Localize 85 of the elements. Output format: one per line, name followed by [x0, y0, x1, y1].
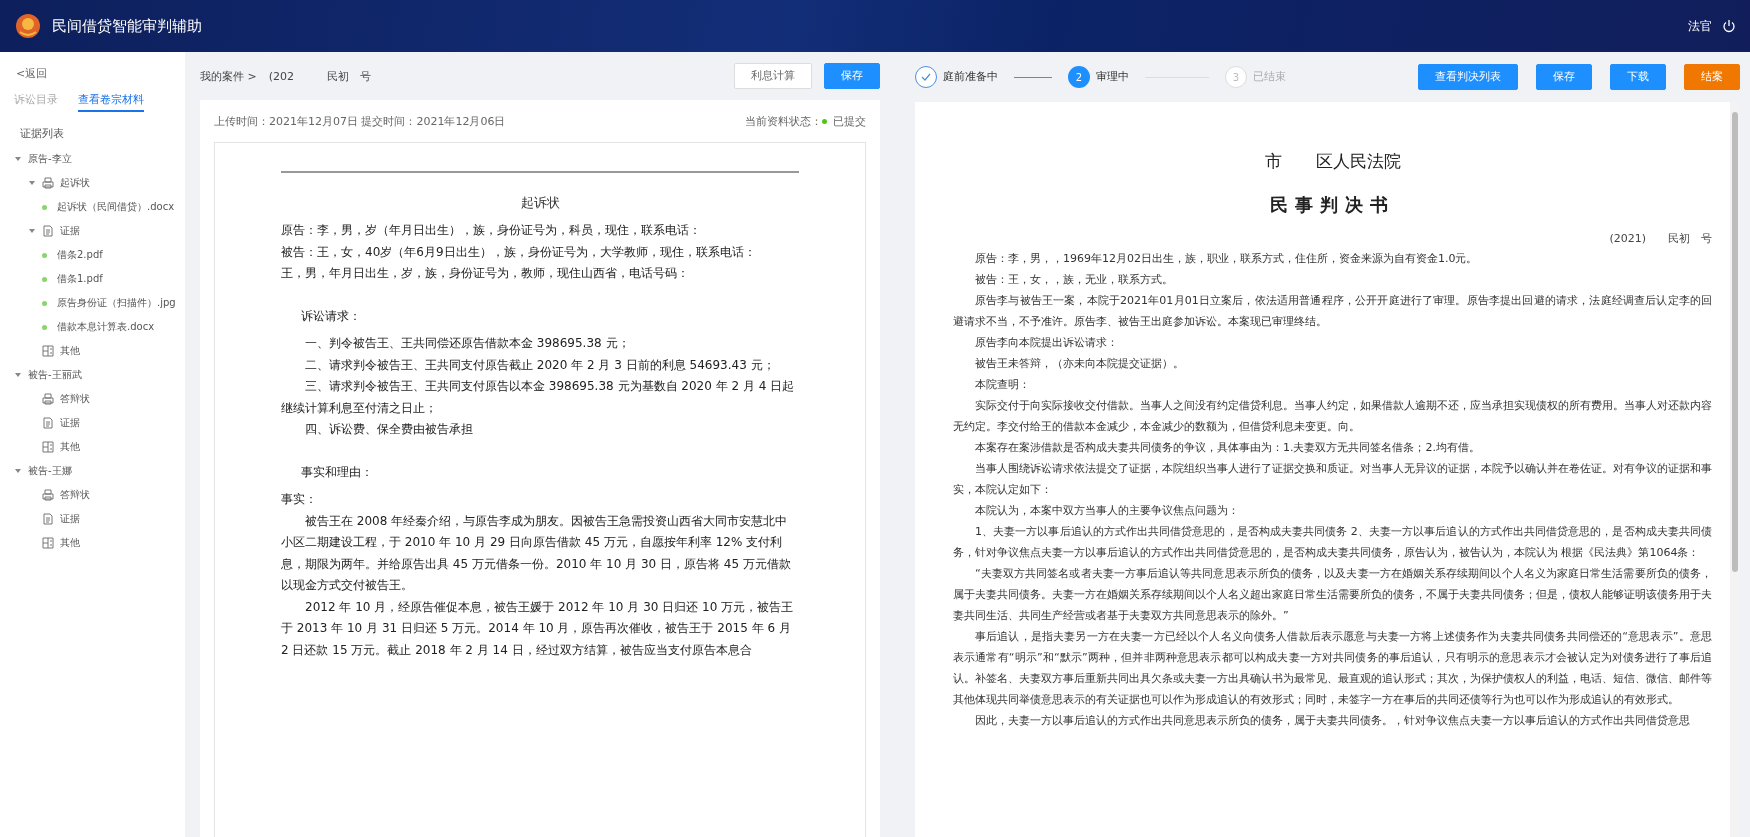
printer-icon: [42, 489, 54, 501]
tree-item[interactable]: 起诉状: [60, 176, 90, 190]
judgment-paragraph: 被告王未答辩，（亦未向本院提交证据）。: [974, 356, 1185, 372]
document-paragraph: 三、请求判令被告王、王共同支付原告以本金 398695.38 元为基数自 2020 年 2 月 4 日起继续计算利息至付清之日止；: [281, 378, 796, 417]
document-paragraph: 原告：李，男，岁（年月日出生），族，身份证号为，科员，现住，联系电话：: [281, 222, 702, 239]
tree-item[interactable]: 借条2.pdf: [57, 248, 103, 262]
document-paragraph: 事实和理由：: [301, 463, 374, 481]
grid-document-icon: [42, 441, 54, 453]
breadcrumb-link[interactable]: 我的案件 >: [200, 68, 257, 84]
expand-triangle-icon[interactable]: [28, 179, 36, 187]
user-name: 法官: [1688, 17, 1712, 35]
document-icon: [42, 513, 54, 525]
sidebar-tab[interactable]: 查看卷宗材料: [78, 93, 144, 112]
tree-item[interactable]: 其他: [60, 440, 80, 454]
judgment-paragraph: 本院认为，本案中双方当事人的主要争议焦点问题为：: [974, 503, 1240, 519]
tree-item[interactable]: 被告-王娜: [28, 464, 72, 478]
document-title: 起诉状: [519, 195, 561, 212]
emblem-logo-icon: [14, 12, 42, 40]
grid-document-icon: [42, 537, 54, 549]
tree-item[interactable]: 证据: [60, 512, 80, 526]
expand-triangle-icon[interactable]: [14, 467, 22, 475]
judgment-paragraph: 原告李向本院提出诉讼请求：: [974, 335, 1119, 351]
tree-item[interactable]: 其他: [60, 344, 80, 358]
judgment-paragraph: 因此，夫妻一方以事后追认的方式作出共同意思表示所负的债务，属于夫妻共同债务。，针对争议焦点夫妻一方以事后追认的方式作出共同借贷意思: [974, 713, 1691, 729]
file-dot-icon: [42, 300, 47, 306]
expand-triangle-icon[interactable]: [14, 371, 22, 379]
app-title: 民间借贷智能审判辅助: [52, 16, 202, 36]
judgment-paragraph: “夫妻双方共同签名或者夫妻一方事后追认等共同意思表示所负的债务，以及夫妻一方在婚姻关系存续期间以个人名义为家庭日常生活需要所负的债务，属于夫妻共同债务。夫妻一方在婚姻关系存续期间以个人名义超出家庭日常生活需要所负的债务，不属于夫妻共同债务；但是，债权人能够证明该债务用于夫妻共同生活、共同生产经营或者基于夫妻双方共同意思表示的除外。”: [953, 566, 1712, 624]
case-number: (202 民初 号: [268, 68, 371, 84]
grid-document-icon: [42, 345, 54, 357]
tree-item[interactable]: 证据: [60, 416, 80, 430]
interest-calc-button[interactable]: 利息计算: [734, 63, 812, 89]
judgment-paragraph: 被告：王，女，，族，无业，联系方式。: [974, 272, 1174, 288]
document-paragraph: 王，男，年月日出生，岁，族，身份证号为，教师，现住山西省，电话号码：: [281, 265, 690, 282]
document-paragraph: 被告：王，女，40岁（年6月9日出生），族，身份证号为，大学教师，现住，联系电话：: [281, 243, 757, 261]
document-paragraph: 被告王在 2008 年经秦介绍，与原告李成为朋友。因被告王急需投资山西省大同市安慧北中小区二期建设工程，于 2010 年 10 月 29 日向原告借款 45 万元，自愿按年利率 12% 支付利息，期限为两年。并给原告出具 45 万元借条一份。2010 年 10 月 30 日，原告将 45 万元借款以现金方式交付被告王。: [281, 512, 792, 594]
file-dot-icon: [42, 252, 47, 258]
tree-item[interactable]: 其他: [60, 536, 80, 550]
power-icon[interactable]: [1722, 19, 1736, 33]
step-number: 2: [1068, 66, 1090, 88]
file-dot-icon: [42, 204, 47, 210]
step-number: 3: [1225, 66, 1247, 88]
printer-icon: [42, 393, 54, 405]
case-number: (2021) 民初 号: [1608, 231, 1712, 246]
status-label: 当前资料状态：: [745, 113, 822, 129]
judgment-paragraph: 事后追认，是指夫妻另一方在夫妻一方已经以个人名义向债务人借款后表示愿意与夫妻一方将上述债务作为夫妻共同债务共同偿还的“意思表示”。意思表示通常有“明示”和“默示”两种，但并非两种意思表示都可以构成夫妻一方对共同债务的事后追认，只有明示的意思表示才会被认定为对债务进行了事后追认。补签名、夫妻双方事后重新共同出具欠条或夫妻一方出具确认书为最常见、最直观的追认形式；其次，为保护债权人的利益，电话、短信、微信、邮件等其他体现共同举债意思表示的有关证据也可以作为形成追认的有效形式；同时，未签字一方在事后的共同还债等行为也可以作为形成追认的有效形式。: [953, 629, 1712, 708]
scrollbar[interactable]: [1730, 102, 1740, 837]
document-icon: [42, 225, 54, 237]
document-paragraph: 诉讼请求：: [301, 307, 362, 325]
tree-item[interactable]: 证据: [60, 224, 80, 238]
step-label: 审理中: [1096, 70, 1129, 84]
judgment-paragraph: 实际交付于向实际接收交付借款。当事人之间没有约定借贷利息。当事人约定，如果借款人逾期不还，应当承担实现债权的所有费用。当事人对还款内容无约定。李交付给王的借款本金减少，本金减少的数额为，但借贷利息未变更。向。: [953, 398, 1712, 435]
tree-item[interactable]: 借条1.pdf: [57, 272, 103, 286]
expand-triangle-icon[interactable]: [28, 227, 36, 235]
document-paragraph: 2012 年 10 月，经原告催促本息，被告王媛于 2012 年 10 月 30 日归还 10 万元，被告王于 2013 年 10 月 31 日归还 5 万元。2014 年 10 月，原告再次催收，被告王于 2015 年 6 月 2 日还款 15 万元。截止 2018 年 2 月 14 日，经过双方结算，被告应当支付原告本息合: [281, 598, 795, 659]
file-dot-icon: [42, 276, 47, 282]
judgment-paragraph: 本案存在案涉借款是否构成夫妻共同债务的争议，具体事由为：1.夫妻双方无共同签名借条；2.均有借。: [974, 440, 1481, 456]
court-name: 市 区人民法院: [1263, 150, 1402, 173]
document-paragraph: 四、诉讼费、保全费由被告承担: [304, 421, 474, 438]
tree-item[interactable]: 答辩状: [60, 392, 90, 406]
document-paragraph: 二、请求判令被告王、王共同支付原告截止 2020 年 2 月 3 日前的利息 54693.43 元；: [304, 356, 776, 374]
printer-icon: [42, 177, 54, 189]
step-label: 庭前准备中: [943, 70, 998, 84]
status-value: 已提交: [833, 113, 866, 129]
section-title: 证据列表: [20, 126, 65, 141]
tree-item[interactable]: 借款本息计算表.docx: [57, 320, 155, 334]
judgment-paragraph: 原告李与被告王一案，本院于2021年01月01日立案后，依法适用普通程序，公开开庭进行了审理。原告李提出回避的请求，法庭经调查后认定李的回避请求不当，不予准许。原告李、被告王出庭参加诉讼。本案现已审理终结。: [953, 293, 1712, 330]
expand-triangle-icon[interactable]: [14, 155, 22, 163]
judgment-paragraph: 本院查明：: [974, 377, 1031, 393]
judgment-paragraph: 当事人围绕诉讼请求依法提交了证据，本院组织当事人进行了证据交换和质证。对当事人无异议的证据，本院予以确认并在卷佐证。对有争议的证据和事实，本院认定如下：: [953, 461, 1712, 498]
tree-item[interactable]: 原告-李立: [28, 152, 72, 166]
document-icon: [42, 417, 54, 429]
document-paragraph: 一、判令被告王、王共同偿还原告借款本金 398695.38 元；: [304, 335, 631, 352]
back-link[interactable]: <返回: [16, 66, 185, 81]
judgment-paragraph: 1、夫妻一方以事后追认的方式作出共同借贷意思的，是否构成夫妻共同债务 2、夫妻一方以事后追认的方式作出共同借贷意思的，是否构成夫妻共同债务，针对争议焦点夫妻一方以事后追认的方式作出共同借贷意思的，是否构成夫妻共同债务，原告认为，被告认为，本院认为 根据《民法典》第1064条：: [953, 524, 1712, 561]
step-label: 已结束: [1253, 70, 1286, 84]
file-dot-icon: [42, 324, 47, 330]
judgment-paragraph: 原告：李，男，，1969年12月02日出生，族，职业，联系方式，住住所，资金来源为自有资金1.0元。: [974, 251, 1479, 267]
upload-info: 上传时间：2021年12月07日 提交时间：2021年12月06日: [214, 113, 506, 129]
judgment-title: 民事判决书: [1269, 193, 1396, 217]
tree-item[interactable]: 被告-王丽武: [28, 368, 82, 382]
tree-item[interactable]: 原告身份证（扫描件）.jpg: [57, 296, 176, 310]
document-paragraph: 事实：: [281, 491, 318, 508]
tree-item[interactable]: 起诉状（民间借贷）.docx: [57, 200, 175, 214]
tree-item[interactable]: 答辩状: [60, 488, 90, 502]
